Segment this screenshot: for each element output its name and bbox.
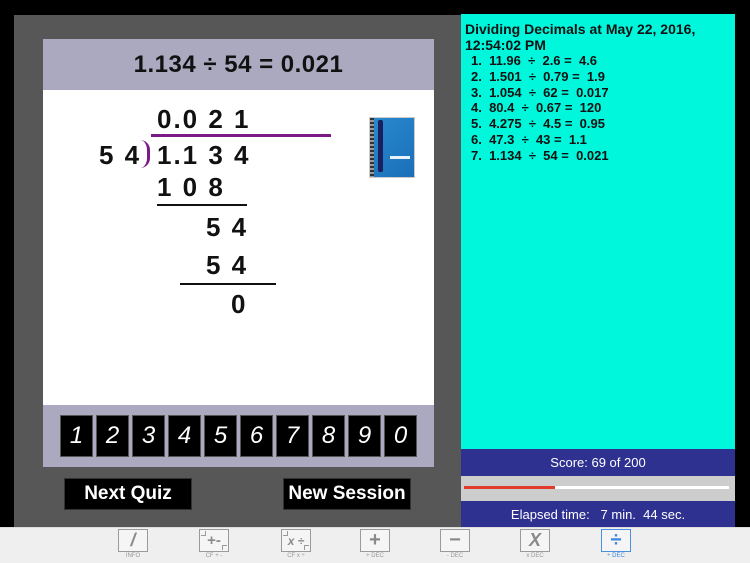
quotient: 0.0 2 1 [157, 104, 251, 134]
number-keypad: 1 2 3 4 5 6 7 8 9 0 [43, 405, 434, 467]
dividend: 1.1 3 4 [157, 140, 251, 170]
history-item: 3. 1.054 ÷ 62 = 0.017 [471, 84, 609, 100]
key-5[interactable]: 5 [204, 415, 237, 457]
divisor: 5 4 [99, 140, 142, 170]
tab-label: CF + - [205, 553, 223, 559]
info-slash-icon: / [118, 529, 148, 552]
multiply-icon: X [520, 529, 550, 552]
equation-header: 1.134 ÷ 54 = 0.021 [133, 50, 344, 78]
quiz-card: 1.134 ÷ 54 = 0.021 0.0 2 1 5 4 1.1 3 4 1… [43, 39, 434, 467]
history-panel: Dividing Decimals at May 22, 2016, 12:54… [461, 14, 735, 449]
long-division-work-area: 0.0 2 1 5 4 1.1 3 4 1 0 8 5 4 5 4 0 [43, 90, 434, 405]
tab-cf-add-subtract[interactable]: +- CF + - [192, 529, 236, 563]
multiply-divide-icon: x ÷ [281, 529, 311, 552]
key-0[interactable]: 0 [384, 415, 417, 457]
tab-add-decimals[interactable]: + + DEC [353, 529, 397, 563]
step-subtract-2: 5 4 [206, 250, 249, 280]
key-9[interactable]: 9 [348, 415, 381, 457]
minus-icon: − [440, 529, 470, 552]
elapsed-time: Elapsed time: 7 min. 44 sec. [461, 501, 735, 528]
progress-fill [464, 486, 556, 489]
key-8[interactable]: 8 [312, 415, 345, 457]
tab-label: CF x ÷ [287, 553, 305, 559]
tab-divide-decimals[interactable]: ÷ ÷ DEC [594, 529, 638, 563]
step-remainder-1: 5 4 [206, 212, 249, 242]
tab-label: x DEC [526, 553, 544, 559]
history-item: 6. 47.3 ÷ 43 = 1.1 [471, 131, 587, 147]
tab-info[interactable]: / INFO [111, 529, 155, 563]
key-3[interactable]: 3 [132, 415, 165, 457]
progress-track [464, 486, 729, 489]
key-4[interactable]: 4 [168, 415, 201, 457]
division-bracket [140, 140, 150, 168]
plus-icon: + [360, 529, 390, 552]
pen-icon [378, 120, 383, 172]
step-subtract-1: 1 0 8 [157, 172, 225, 202]
tab-bar: / INFO +- CF + - x ÷ CF x ÷ + + DEC − - … [0, 527, 750, 563]
notebook-label [390, 156, 410, 159]
key-6[interactable]: 6 [240, 415, 273, 457]
tab-label: ÷ DEC [607, 553, 625, 559]
score-label: Score: 69 of 200 [461, 449, 735, 476]
tab-label: INFO [125, 553, 141, 559]
tab-multiply-decimals[interactable]: X x DEC [513, 529, 557, 563]
history-item: 5. 4.275 ÷ 4.5 = 0.95 [471, 116, 605, 132]
history-item: 7. 1.134 ÷ 54 = 0.021 [471, 147, 609, 163]
tab-subtract-decimals[interactable]: − - DEC [433, 529, 477, 563]
history-title: Dividing Decimals at May 22, 2016, 12:54… [465, 21, 696, 53]
history-item: 1. 11.96 ÷ 2.6 = 4.6 [471, 53, 598, 68]
step-rule-1 [157, 204, 247, 206]
app-screen: 1.134 ÷ 54 = 0.021 0.0 2 1 5 4 1.1 3 4 1… [0, 0, 750, 563]
key-1[interactable]: 1 [60, 415, 93, 457]
key-2[interactable]: 2 [96, 415, 129, 457]
plus-minus-icon: +- [199, 529, 229, 552]
divide-icon: ÷ [601, 529, 631, 552]
score-progress [461, 476, 735, 501]
new-session-button[interactable]: New Session [283, 478, 411, 510]
next-quiz-button[interactable]: Next Quiz [64, 478, 192, 510]
notebook-spine [370, 118, 374, 177]
history-item: 4. 80.4 ÷ 0.67 = 120 [471, 100, 602, 116]
tab-label: + DEC [366, 553, 384, 559]
notebook-with-pen-image [369, 117, 415, 178]
step-rule-2 [180, 283, 276, 285]
tab-label: - DEC [446, 553, 464, 559]
history-item: 2. 1.501 ÷ 0.79 = 1.9 [471, 68, 605, 84]
division-bar [151, 134, 331, 137]
final-remainder: 0 [231, 289, 248, 319]
tab-cf-multiply-divide[interactable]: x ÷ CF x ÷ [274, 529, 318, 563]
key-7[interactable]: 7 [276, 415, 309, 457]
